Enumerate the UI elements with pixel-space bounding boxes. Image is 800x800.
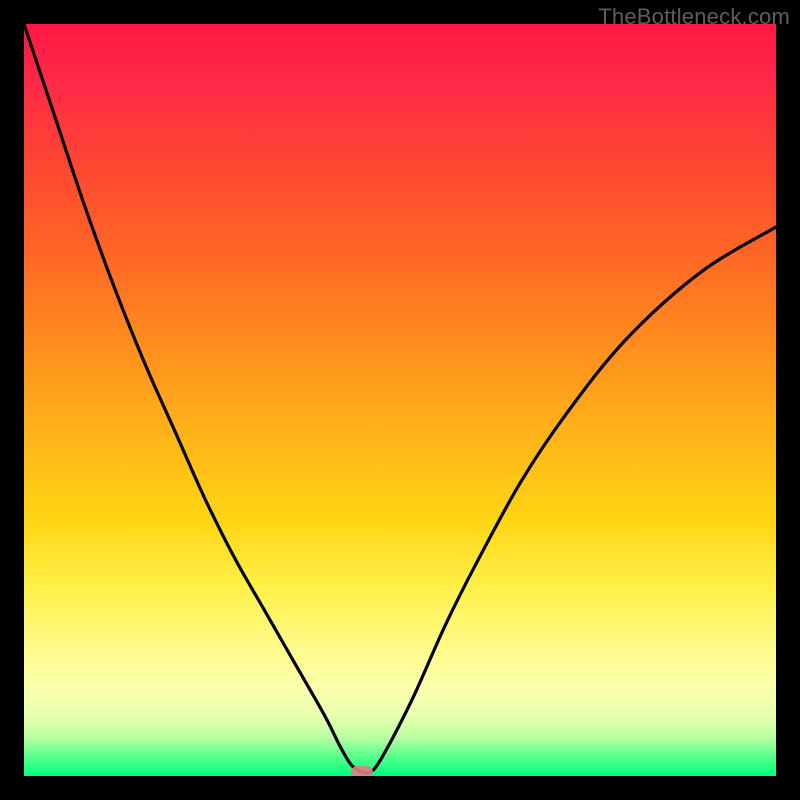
bottleneck-curve — [24, 24, 776, 776]
optimum-marker — [351, 766, 373, 776]
watermark-text: TheBottleneck.com — [598, 4, 790, 30]
chart-frame: TheBottleneck.com — [0, 0, 800, 800]
plot-area — [24, 24, 776, 776]
